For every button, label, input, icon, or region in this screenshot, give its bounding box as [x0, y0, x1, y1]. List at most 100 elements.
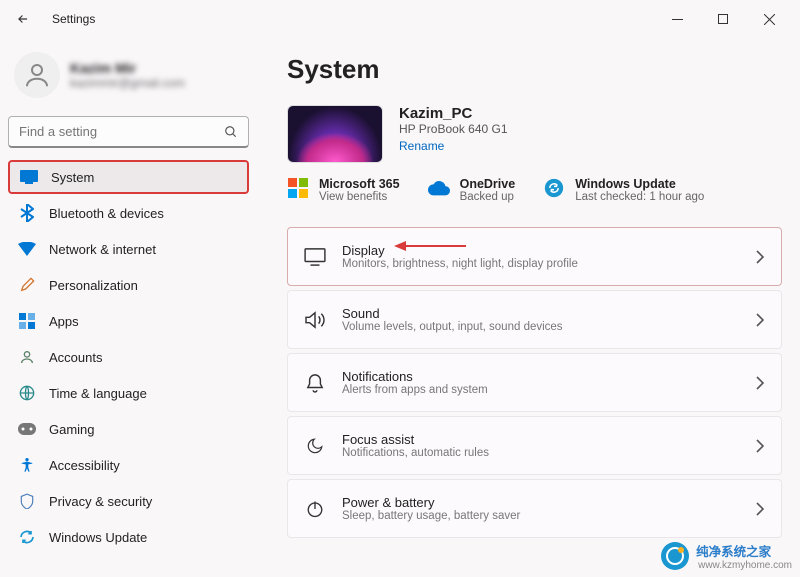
- apps-icon: [18, 312, 36, 330]
- sidebar-item-accounts[interactable]: Accounts: [8, 340, 249, 374]
- setting-title: Display: [342, 243, 755, 258]
- maximize-icon: [718, 14, 728, 24]
- sidebar-nav: System Bluetooth & devices Network & int…: [8, 160, 249, 554]
- sidebar: Kazim Mir kazimmir@gmail.com System Blue…: [0, 38, 257, 577]
- sidebar-item-accessibility[interactable]: Accessibility: [8, 448, 249, 482]
- setting-power[interactable]: Power & battery Sleep, battery usage, ba…: [287, 479, 782, 538]
- close-button[interactable]: [746, 4, 792, 34]
- device-name: Kazim_PC: [399, 105, 508, 122]
- device-wallpaper: [287, 105, 383, 163]
- status-microsoft-365[interactable]: Microsoft 365 View benefits: [287, 177, 400, 203]
- setting-focus-assist[interactable]: Focus assist Notifications, automatic ru…: [287, 416, 782, 475]
- device-block: Kazim_PC HP ProBook 640 G1 Rename: [287, 105, 782, 163]
- update-icon: [18, 528, 36, 546]
- status-windows-update[interactable]: Windows Update Last checked: 1 hour ago: [543, 177, 704, 203]
- user-email: kazimmir@gmail.com: [70, 76, 185, 90]
- window-controls: [654, 4, 792, 34]
- sidebar-item-label: Windows Update: [49, 530, 147, 545]
- power-icon: [304, 498, 326, 520]
- setting-sub: Volume levels, output, input, sound devi…: [342, 321, 755, 333]
- brush-icon: [18, 276, 36, 294]
- setting-sound[interactable]: Sound Volume levels, output, input, soun…: [287, 290, 782, 349]
- setting-notifications[interactable]: Notifications Alerts from apps and syste…: [287, 353, 782, 412]
- setting-display[interactable]: Display Monitors, brightness, night ligh…: [287, 227, 782, 286]
- search-icon: [224, 125, 238, 139]
- sidebar-item-label: Network & internet: [49, 242, 156, 257]
- display-icon: [304, 246, 326, 268]
- gaming-icon: [18, 420, 36, 438]
- sidebar-item-system[interactable]: System: [8, 160, 249, 194]
- status-sub: Backed up: [460, 191, 516, 203]
- maximize-button[interactable]: [700, 4, 746, 34]
- sidebar-item-label: Apps: [49, 314, 79, 329]
- avatar-icon: [22, 60, 52, 90]
- rename-link[interactable]: Rename: [399, 139, 508, 153]
- device-info: Kazim_PC HP ProBook 640 G1 Rename: [399, 105, 508, 153]
- sidebar-item-windows-update[interactable]: Windows Update: [8, 520, 249, 554]
- chevron-right-icon: [755, 439, 765, 453]
- setting-sub: Monitors, brightness, night light, displ…: [342, 258, 755, 270]
- setting-sub: Alerts from apps and system: [342, 384, 755, 396]
- globe-icon: [18, 384, 36, 402]
- sidebar-item-personalization[interactable]: Personalization: [8, 268, 249, 302]
- setting-title: Sound: [342, 306, 755, 321]
- setting-sub: Sleep, battery usage, battery saver: [342, 510, 755, 522]
- accessibility-icon: [18, 456, 36, 474]
- sidebar-item-bluetooth[interactable]: Bluetooth & devices: [8, 196, 249, 230]
- update-status-icon: [543, 177, 565, 199]
- setting-title: Focus assist: [342, 432, 755, 447]
- chevron-right-icon: [755, 313, 765, 327]
- device-model: HP ProBook 640 G1: [399, 122, 508, 136]
- page-title: System: [287, 54, 782, 85]
- moon-icon: [304, 435, 326, 457]
- chevron-right-icon: [755, 502, 765, 516]
- status-title: OneDrive: [460, 177, 516, 191]
- chevron-right-icon: [755, 250, 765, 264]
- status-title: Microsoft 365: [319, 177, 400, 191]
- sidebar-item-label: Gaming: [49, 422, 95, 437]
- setting-sub: Notifications, automatic rules: [342, 447, 755, 459]
- sidebar-item-apps[interactable]: Apps: [8, 304, 249, 338]
- search-box[interactable]: [8, 116, 249, 148]
- sidebar-item-label: Time & language: [49, 386, 147, 401]
- sidebar-item-label: Personalization: [49, 278, 138, 293]
- sidebar-item-label: Accessibility: [49, 458, 120, 473]
- chevron-right-icon: [755, 376, 765, 390]
- status-sub: Last checked: 1 hour ago: [575, 191, 704, 203]
- sidebar-item-label: Privacy & security: [49, 494, 152, 509]
- watermark-title: 纯净系统之家: [696, 541, 792, 560]
- settings-list: Display Monitors, brightness, night ligh…: [287, 227, 782, 538]
- setting-title: Notifications: [342, 369, 755, 384]
- sidebar-item-time-language[interactable]: Time & language: [8, 376, 249, 410]
- onedrive-icon: [428, 177, 450, 199]
- status-onedrive[interactable]: OneDrive Backed up: [428, 177, 516, 203]
- avatar: [14, 52, 60, 98]
- watermark: 纯净系统之家 www.kzmyhome.com: [660, 541, 792, 571]
- app-title: Settings: [52, 12, 95, 26]
- back-button[interactable]: [8, 4, 38, 34]
- shield-icon: [18, 492, 36, 510]
- user-block[interactable]: Kazim Mir kazimmir@gmail.com: [8, 46, 249, 110]
- user-name: Kazim Mir: [70, 60, 185, 76]
- watermark-sub: www.kzmyhome.com: [698, 560, 792, 571]
- setting-title: Power & battery: [342, 495, 755, 510]
- sound-icon: [304, 309, 326, 331]
- sidebar-item-network[interactable]: Network & internet: [8, 232, 249, 266]
- sidebar-item-gaming[interactable]: Gaming: [8, 412, 249, 446]
- sidebar-item-privacy[interactable]: Privacy & security: [8, 484, 249, 518]
- status-title: Windows Update: [575, 177, 704, 191]
- bell-icon: [304, 372, 326, 394]
- status-sub: View benefits: [319, 191, 400, 203]
- close-icon: [764, 14, 775, 25]
- bluetooth-icon: [18, 204, 36, 222]
- minimize-button[interactable]: [654, 4, 700, 34]
- system-icon: [20, 168, 38, 186]
- main-content: System Kazim_PC HP ProBook 640 G1 Rename…: [257, 38, 800, 577]
- search-input[interactable]: [19, 124, 224, 139]
- back-icon: [16, 12, 30, 26]
- title-bar: Settings: [0, 0, 800, 38]
- sidebar-item-label: System: [51, 170, 94, 185]
- wifi-icon: [18, 240, 36, 258]
- watermark-icon: [660, 541, 690, 571]
- minimize-icon: [672, 14, 683, 25]
